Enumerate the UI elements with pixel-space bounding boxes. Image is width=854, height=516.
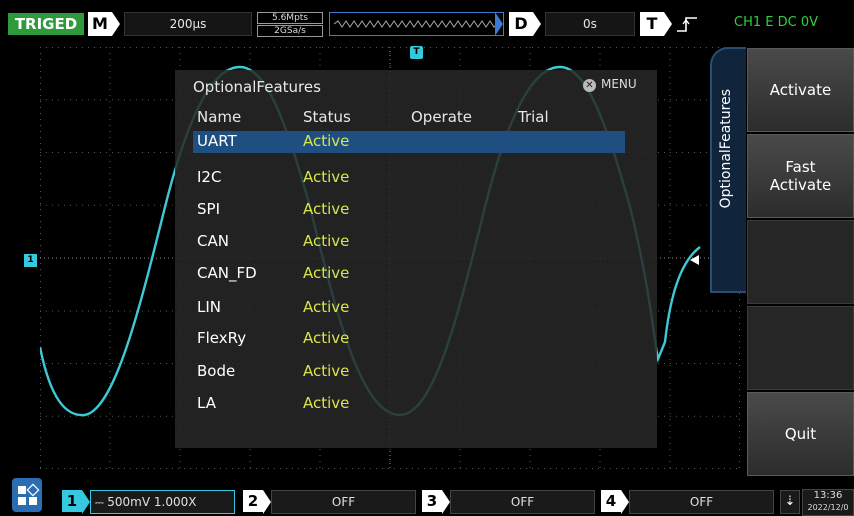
feature-name: FlexRy xyxy=(197,329,247,347)
column-header-operate: Operate xyxy=(411,108,473,126)
dc-coupling-icon: ⎓ xyxy=(95,496,108,509)
trigger-position-marker[interactable]: T xyxy=(410,46,423,59)
table-row[interactable]: Bode Active xyxy=(175,362,657,384)
feature-name: CAN_FD xyxy=(197,264,257,282)
table-row[interactable]: CAN_FD Active xyxy=(175,264,657,286)
chevron-right-icon xyxy=(533,12,541,36)
feature-name: Bode xyxy=(197,362,236,380)
feature-status: Active xyxy=(303,362,350,380)
top-status-bar: TRIGED M 200µs 5.6Mpts 2GSa/s D 0s T CH1… xyxy=(0,0,854,37)
memory-depth: 5.6Mpts xyxy=(257,12,323,24)
fast-activate-label-1: Fast xyxy=(785,158,816,176)
table-row[interactable]: LIN Active xyxy=(175,298,657,320)
fast-activate-button[interactable]: Fast Activate xyxy=(747,134,854,218)
trigger-status-badge: TRIGED xyxy=(8,13,84,35)
table-row[interactable]: I2C Active xyxy=(175,168,657,190)
clock-date: 2022/12/0 xyxy=(807,503,849,512)
dialog-close-label: MENU xyxy=(601,77,637,91)
ch4-key[interactable]: 4 xyxy=(601,490,621,512)
activate-button[interactable]: Activate xyxy=(747,48,854,132)
ch2-key[interactable]: 2 xyxy=(243,490,263,512)
table-row[interactable]: UART Active xyxy=(175,132,657,154)
delay-field[interactable]: 0s xyxy=(545,12,635,36)
optional-features-dialog: OptionalFeatures ✕ MENU Name Status Opera… xyxy=(175,70,657,448)
table-row[interactable]: LA Active xyxy=(175,394,657,416)
ch3-key[interactable]: 3 xyxy=(422,490,442,512)
table-row[interactable]: CAN Active xyxy=(175,232,657,254)
feature-name: LIN xyxy=(197,298,222,316)
ch1-scale-field[interactable]: ⎓ 500mV 1.000X xyxy=(90,490,235,514)
feature-status: Active xyxy=(303,200,350,218)
ch3-status-field[interactable]: OFF xyxy=(450,490,595,514)
usb-icon[interactable]: ⇣ xyxy=(780,490,800,514)
fast-activate-label-2: Activate xyxy=(769,176,832,194)
feature-name: SPI xyxy=(197,200,220,218)
app-grid-icon xyxy=(18,483,40,505)
trigger-info: CH1 E DC 0V xyxy=(734,15,818,30)
menu-title-tab: OptionalFeatures xyxy=(710,47,746,293)
overview-wave-icon xyxy=(333,20,499,28)
feature-status: Active xyxy=(303,232,350,250)
column-header-status: Status xyxy=(303,108,351,126)
delay-key[interactable]: D xyxy=(509,12,533,36)
quit-button-label: Quit xyxy=(784,425,817,443)
column-header-trial: Trial xyxy=(518,108,549,126)
clock-time: 13:36 xyxy=(813,490,843,501)
column-header-name: Name xyxy=(197,108,242,126)
feature-status: Active xyxy=(303,329,350,347)
ch4-status-field[interactable]: OFF xyxy=(629,490,774,514)
feature-name: CAN xyxy=(197,232,229,250)
chevron-right-icon xyxy=(112,12,120,36)
chevron-right-icon xyxy=(621,490,629,514)
dialog-title: OptionalFeatures xyxy=(193,78,321,96)
ch1-key[interactable]: 1 xyxy=(62,490,82,512)
chevron-right-icon xyxy=(82,490,90,514)
menu-slot-empty xyxy=(747,306,854,390)
home-menu-button[interactable] xyxy=(12,478,42,512)
timebase-mode-key[interactable]: M xyxy=(88,12,112,36)
ch1-scale-value: 500mV 1.000X xyxy=(107,495,197,509)
trigger-level-arrow-icon[interactable] xyxy=(690,255,699,265)
chevron-right-icon xyxy=(263,490,271,514)
feature-status: Active xyxy=(303,298,350,316)
chevron-right-icon xyxy=(442,490,450,514)
waveform-overview[interactable] xyxy=(329,12,504,36)
chevron-right-icon xyxy=(495,12,503,36)
ch2-status-field[interactable]: OFF xyxy=(271,490,416,514)
activate-button-label: Activate xyxy=(769,81,832,99)
quit-button[interactable]: Quit xyxy=(747,392,854,476)
feature-name: UART xyxy=(197,132,237,150)
sample-rate: 2GSa/s xyxy=(257,25,323,37)
ch1-offset-marker[interactable]: 1 xyxy=(24,254,37,267)
feature-status: Active xyxy=(303,132,350,150)
menu-title-label: OptionalFeatures xyxy=(718,89,734,209)
table-row[interactable]: FlexRy Active xyxy=(175,329,657,351)
feature-status: Active xyxy=(303,394,350,412)
feature-name: LA xyxy=(197,394,216,412)
dialog-close-button[interactable]: ✕ MENU xyxy=(583,77,637,92)
feature-status: Active xyxy=(303,168,350,186)
system-clock: 13:36 2022/12/0 xyxy=(802,489,854,516)
rising-edge-icon xyxy=(677,17,697,32)
table-row[interactable]: SPI Active xyxy=(175,200,657,222)
chevron-right-icon xyxy=(664,12,672,36)
trigger-key[interactable]: T xyxy=(640,12,664,36)
menu-slot-empty xyxy=(747,220,854,304)
feature-status: Active xyxy=(303,264,350,282)
timebase-field[interactable]: 200µs xyxy=(124,12,252,36)
close-icon: ✕ xyxy=(583,79,596,92)
feature-name: I2C xyxy=(197,168,222,186)
